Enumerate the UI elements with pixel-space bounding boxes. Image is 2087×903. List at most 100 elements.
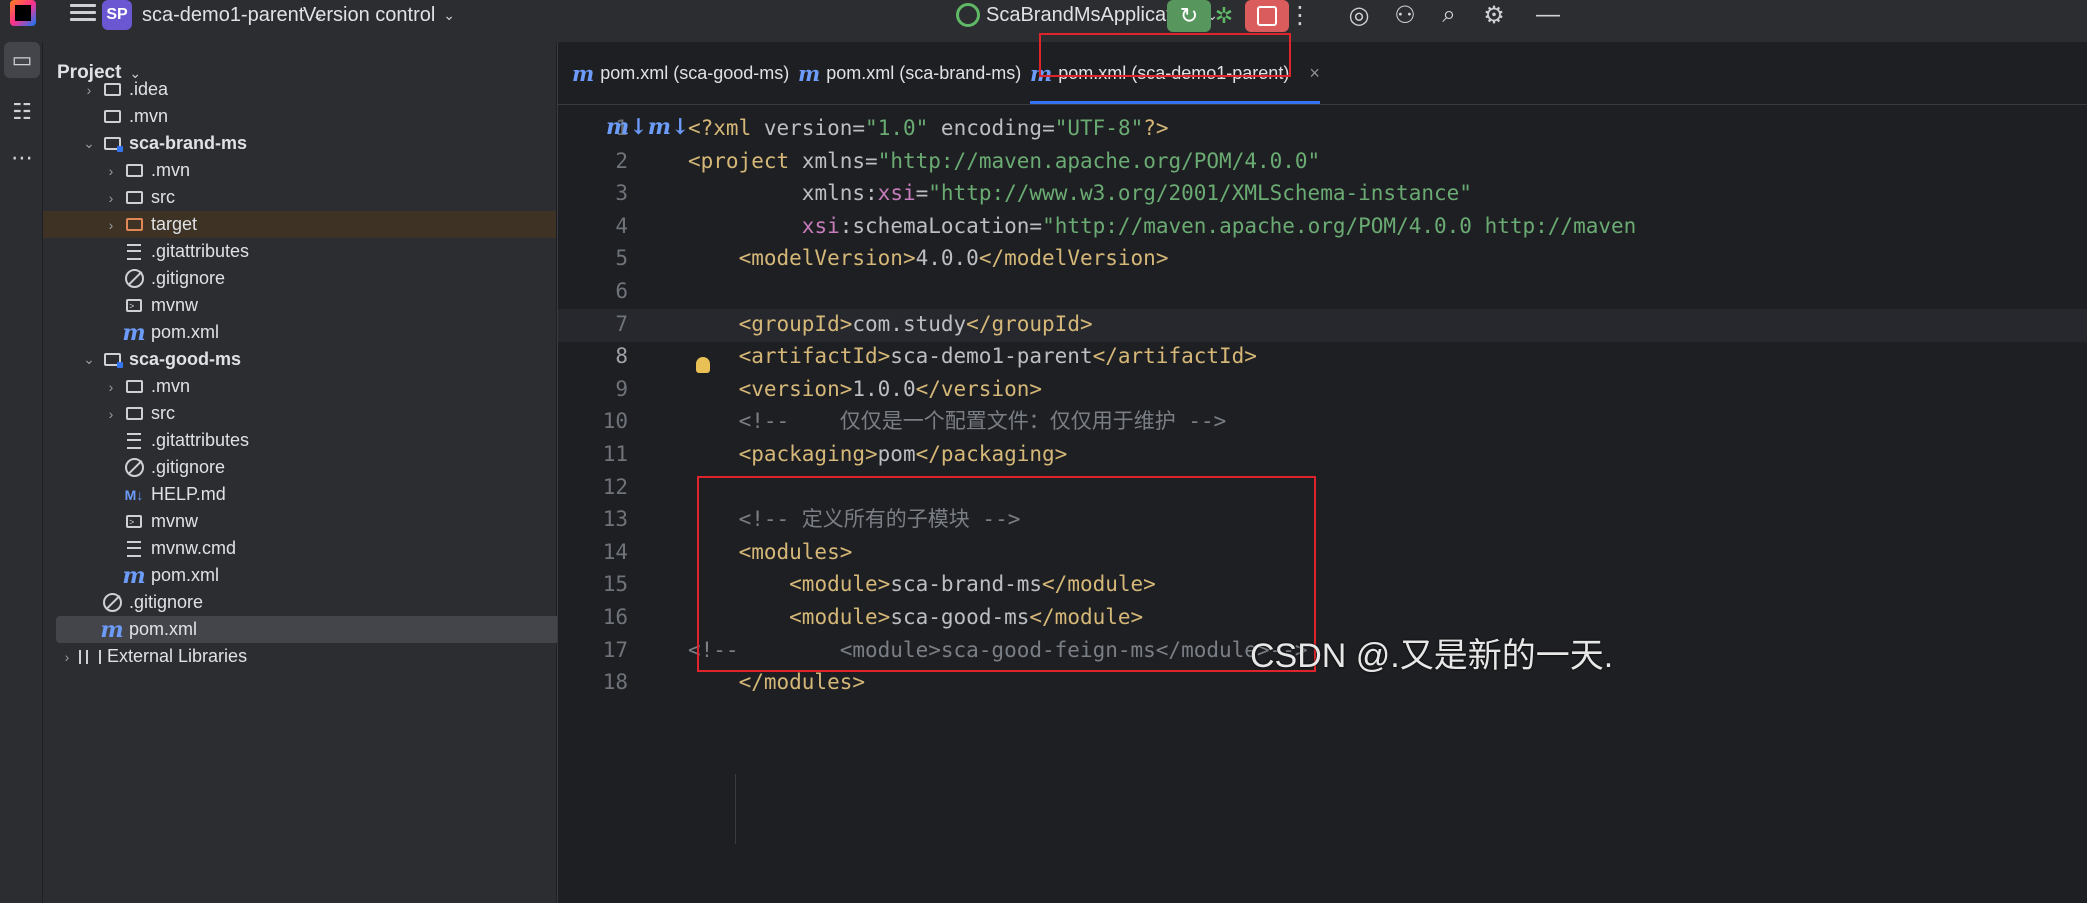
tree-item[interactable]: .gitattributes	[43, 238, 548, 265]
line-number: 10	[602, 409, 628, 433]
tree-item-label: mvnw	[151, 295, 199, 315]
code-line[interactable]: xsi:schemaLocation="http://maven.apache.…	[688, 210, 1637, 242]
close-tab-icon[interactable]: ×	[1309, 63, 1320, 84]
folder-icon	[123, 377, 145, 397]
code-line[interactable]: <project xmlns="http://maven.apache.org/…	[688, 145, 1320, 177]
editor-tab-label: pom.xml (sca-good-ms)	[600, 62, 790, 83]
intellij-logo-icon[interactable]	[10, 0, 36, 26]
annotation-box-modules	[697, 476, 1316, 672]
chevron-down-icon[interactable]: ⌄	[79, 135, 99, 152]
project-switcher[interactable]: SP sca-demo1-parent ⌄	[102, 0, 324, 30]
line-number: 9	[615, 377, 628, 401]
tree-item[interactable]: >_ mvnw	[43, 508, 548, 535]
tree-item[interactable]: › .mvn	[43, 157, 548, 184]
project-name: sca-demo1-parent	[142, 3, 305, 26]
line-number: 7	[615, 312, 628, 336]
chevron-right-icon[interactable]: ›	[101, 190, 121, 206]
code-line[interactable]: <version>1.0.0</version>	[688, 373, 1042, 405]
chevron-right-icon[interactable]: ›	[101, 217, 121, 233]
ai-assistant-icon[interactable]: ◎	[1341, 0, 1377, 30]
line-number: 16	[602, 605, 628, 629]
code-line[interactable]: <!-- 仅仅是一个配置文件：仅仅用于维护 -->	[688, 405, 1227, 437]
tree-item-label: HELP.md	[151, 484, 226, 504]
ignore-file-icon	[123, 458, 145, 478]
chevron-right-icon[interactable]: ›	[101, 406, 121, 422]
add-user-icon[interactable]: ⚇	[1387, 0, 1423, 30]
chevron-right-icon[interactable]: ›	[79, 82, 99, 98]
chevron-right-icon[interactable]: ›	[101, 379, 121, 395]
tree-item[interactable]: .gitattributes	[43, 427, 548, 454]
tree-item-label: .mvn	[151, 376, 191, 396]
folder-icon	[101, 80, 123, 100]
tree-item[interactable]: m pom.xml	[43, 562, 548, 589]
tree-item-label: src	[151, 187, 175, 207]
tree-item[interactable]: >_ mvnw	[43, 292, 548, 319]
line-number: 4	[615, 214, 628, 238]
tree-item[interactable]: m pom.xml	[56, 616, 586, 643]
line-number: 18	[602, 670, 628, 694]
tree-item[interactable]: .gitignore	[43, 589, 548, 616]
chevron-down-icon[interactable]: ⌄	[79, 351, 99, 368]
more-actions-icon[interactable]: ⋮	[1282, 0, 1318, 30]
text-file-icon	[123, 242, 145, 262]
tree-item[interactable]: .mvn	[43, 103, 548, 130]
code-line[interactable]: <packaging>pom</packaging>	[688, 438, 1068, 470]
tree-item-label: mvnw.cmd	[151, 538, 237, 558]
markdown-icon: M↓	[124, 486, 144, 503]
code-line[interactable]: <?xml version="1.0" encoding="UTF-8"?>	[688, 112, 1169, 144]
tree-item-label: pom.xml	[151, 322, 220, 342]
version-control-menu[interactable]: Version control ⌄	[303, 0, 455, 30]
maven-icon: m	[122, 562, 146, 589]
tree-item-label: .gitignore	[129, 592, 204, 612]
editor-tabs: m pom.xml (sca-good-ms) m pom.xml (sca-bran…	[558, 42, 2087, 105]
tree-item[interactable]: mvnw.cmd	[43, 535, 548, 562]
editor-tab[interactable]: m pom.xml (sca-brand-ms)	[798, 42, 1021, 104]
shell-script-icon: >_	[123, 512, 145, 532]
main-menu-icon[interactable]	[70, 0, 96, 24]
tree-item-label: sca-brand-ms	[129, 133, 248, 153]
tree-item[interactable]: › src	[43, 184, 548, 211]
text-file-icon	[123, 539, 145, 559]
settings-gear-icon[interactable]: ⚙	[1476, 0, 1512, 30]
tree-item[interactable]: ⌄ sca-brand-ms	[43, 130, 548, 157]
code-line[interactable]: xmlns:xsi="http://www.w3.org/2001/XMLSch…	[688, 177, 1472, 209]
code-line[interactable]: <modelVersion>4.0.0</modelVersion>	[688, 242, 1169, 274]
editor-tab[interactable]: m pom.xml (sca-good-ms)	[572, 42, 789, 104]
tree-item-label: .mvn	[151, 160, 191, 180]
tree-item[interactable]: › .mvn	[43, 373, 548, 400]
debug-icon[interactable]: ✲	[1202, 0, 1246, 32]
maven-gutter-icon[interactable]: m↓m↓	[606, 114, 689, 140]
project-folder-icon[interactable]: ▭	[4, 42, 40, 78]
tree-item[interactable]: M↓ HELP.md	[43, 481, 548, 508]
tree-item-label: .gitattributes	[151, 241, 250, 261]
search-icon[interactable]: ⌕	[1431, 0, 1467, 30]
folder-icon	[123, 188, 145, 208]
tree-item[interactable]: › src	[43, 400, 548, 427]
tree-item[interactable]: ⌄ sca-good-ms	[43, 346, 548, 373]
tree-item[interactable]: m pom.xml	[43, 319, 548, 346]
line-number: 17	[602, 638, 628, 662]
tree-item-label: .gitattributes	[151, 430, 250, 450]
minimize-window-icon[interactable]: —	[1530, 0, 1566, 30]
more-tool-windows-icon[interactable]: ⋯	[4, 140, 40, 176]
tree-item-label: External Libraries	[107, 646, 248, 666]
module-folder-icon	[101, 350, 123, 370]
tree-item[interactable]: › .idea	[43, 76, 548, 103]
folder-icon	[123, 161, 145, 181]
tree-item[interactable]: › target	[43, 211, 556, 238]
line-number: 3	[615, 181, 628, 205]
tree-item[interactable]: › External Libraries	[43, 643, 548, 670]
tree-item[interactable]: .gitignore	[43, 265, 548, 292]
code-line[interactable]: <groupId>com.study</groupId>	[688, 308, 1093, 340]
excluded-folder-icon	[123, 215, 145, 235]
tree-item-label: .mvn	[129, 106, 169, 126]
line-number: 14	[602, 540, 628, 564]
library-icon	[79, 647, 101, 667]
line-number: 11	[602, 442, 628, 466]
structure-icon[interactable]: ☷	[4, 94, 40, 130]
folder-icon	[101, 107, 123, 127]
code-line[interactable]: <artifactId>sca-demo1-parent</artifactId…	[688, 340, 1257, 372]
tree-item[interactable]: .gitignore	[43, 454, 548, 481]
chevron-right-icon[interactable]: ›	[101, 163, 121, 179]
chevron-right-icon[interactable]: ›	[57, 649, 77, 665]
